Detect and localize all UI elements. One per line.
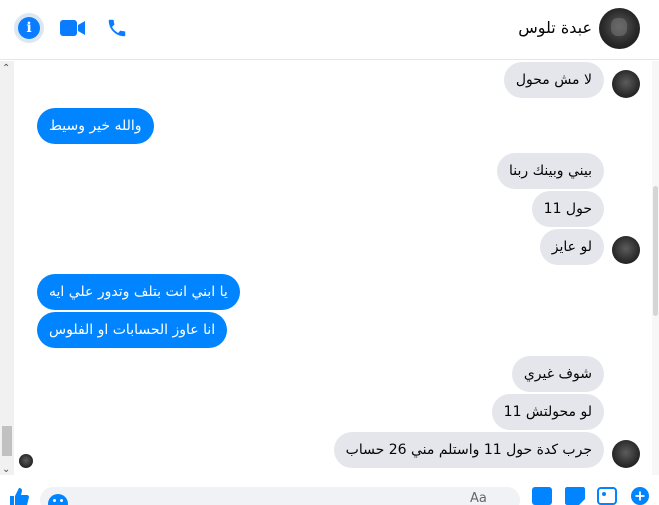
phone-icon bbox=[108, 19, 126, 37]
sender-avatar bbox=[612, 70, 640, 98]
chat-header: i عبدة تلوس bbox=[0, 0, 659, 60]
message-incoming[interactable]: لو محولتش 11 bbox=[491, 394, 604, 430]
sticker-icon[interactable] bbox=[565, 487, 585, 505]
sender-avatar bbox=[612, 236, 640, 264]
message-incoming[interactable]: لا مش محول bbox=[503, 62, 604, 98]
message-incoming[interactable]: لو عايز bbox=[539, 229, 604, 265]
image-icon[interactable] bbox=[597, 487, 617, 505]
info-icon: i bbox=[18, 17, 40, 39]
message-incoming[interactable]: حول 11 bbox=[531, 191, 604, 227]
message-outgoing[interactable]: انا عاوز الحسابات او الفلوس bbox=[37, 312, 228, 348]
add-icon[interactable] bbox=[630, 487, 650, 505]
message-incoming[interactable]: بيني وبينك ربنا bbox=[497, 153, 604, 189]
voice-call-button[interactable] bbox=[102, 13, 132, 43]
video-camera-icon bbox=[60, 20, 85, 36]
page-scrollbar[interactable] bbox=[652, 61, 659, 475]
sender-avatar bbox=[612, 440, 640, 468]
like-icon[interactable] bbox=[8, 487, 30, 505]
seen-avatar bbox=[19, 454, 33, 468]
message-outgoing[interactable]: والله خير وسيط bbox=[37, 108, 154, 144]
contact-name[interactable]: عبدة تلوس bbox=[518, 18, 592, 37]
message-outgoing[interactable]: يا ابني انت بتلف وتدور علي ايه bbox=[37, 274, 240, 310]
message-input-placeholder: Aa bbox=[470, 491, 487, 505]
message-incoming[interactable]: شوف غيري bbox=[511, 356, 604, 392]
page-scrollbar-thumb[interactable] bbox=[653, 186, 658, 316]
message-incoming[interactable]: جرب كدة حول 11 واستلم مني 26 حساب bbox=[333, 432, 604, 468]
video-call-button[interactable] bbox=[58, 13, 88, 43]
scrollbar-thumb[interactable] bbox=[2, 426, 12, 456]
scroll-down-icon[interactable]: ⌄ bbox=[2, 464, 10, 475]
gif-icon[interactable] bbox=[532, 487, 552, 505]
scroll-up-icon[interactable]: ⌃ bbox=[2, 63, 10, 74]
info-button[interactable]: i bbox=[14, 13, 44, 43]
message-input[interactable] bbox=[40, 487, 520, 505]
message-list-scrollbar[interactable]: ⌃ ⌄ bbox=[0, 61, 14, 475]
contact-avatar[interactable] bbox=[599, 8, 640, 49]
